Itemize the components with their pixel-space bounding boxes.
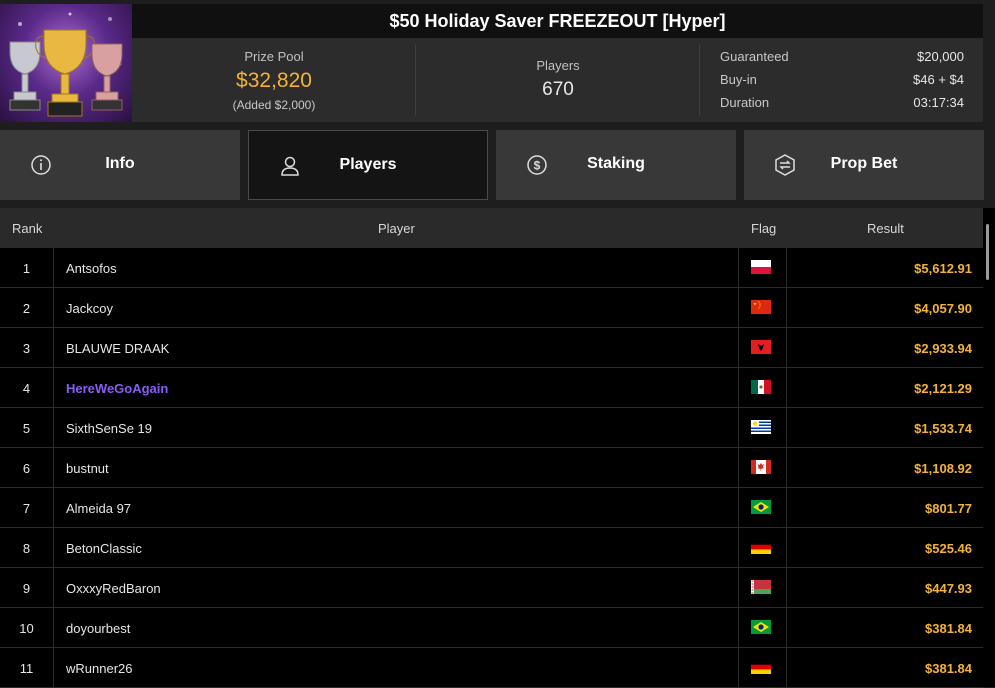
rank-cell: 10 [19,621,34,636]
player-name[interactable]: bustnut [66,461,109,476]
uruguay-flag-icon [751,420,771,434]
trophy-image [0,4,132,122]
player-name[interactable]: OxxxyRedBaron [66,581,161,596]
prize-pool-value: $32,820 [236,69,312,92]
tab-players[interactable]: Players [248,130,488,200]
table-row[interactable]: 11 wRunner26 $381.84 [0,648,983,688]
table-row[interactable]: 1 Antsofos $5,612.91 [0,248,983,288]
rank-cell: 11 [19,661,34,676]
buyin-label: Buy-in [720,72,757,87]
rank-cell: 3 [22,341,31,356]
duration-row: Duration 03:17:34 [720,95,964,115]
guaranteed-value: $20,000 [917,49,964,64]
tab-staking-label: Staking [587,155,645,172]
brazil-flag-icon [751,500,771,514]
players-count-label: Players [536,58,580,73]
result-cell: $381.84 [925,621,972,636]
player-name[interactable]: BLAUWE DRAAK [66,341,169,356]
players-table: Rank Player Flag Result 1 Antsofos $5,612.… [0,208,995,688]
result-cell: $4,057.90 [914,301,972,316]
tab-info[interactable]: Info [0,130,240,200]
rank-cell: 5 [22,421,31,436]
rank-cell: 1 [22,261,31,276]
rank-cell: 7 [22,501,31,516]
table-row[interactable]: 8 BetonClassic $525.46 [0,528,983,568]
rank-cell: 2 [22,301,31,316]
player-name[interactable]: wRunner26 [66,661,133,676]
albania-flag-icon [751,340,771,354]
buyin-value: $46 + $4 [913,72,964,87]
table-body: 1 Antsofos $5,612.91 2 Jackcoy $4,057.90 3 BLAU… [0,248,983,688]
tab-staking[interactable]: $ Staking [496,130,736,200]
result-cell: $801.77 [925,501,972,516]
duration-value: 03:17:34 [913,95,964,110]
header-result[interactable]: Result [867,221,904,236]
result-cell: $447.93 [925,581,972,596]
tab-prop-bet-label: Prop Bet [830,155,898,172]
tournament-header: $50 Holiday Saver FREEZEOUT [Hyper] Priz… [0,0,995,122]
buyin-row: Buy-in $46 + $4 [720,72,964,92]
player-name[interactable]: HereWeGoAgain [66,381,168,396]
table-row[interactable]: 6 bustnut $1,108.92 [0,448,983,488]
germany-flag-icon [751,660,771,674]
canada-flag-icon [751,460,771,474]
rank-cell: 9 [22,581,31,596]
tab-prop-bet[interactable]: Prop Bet [744,130,984,200]
tab-info-label: Info [105,155,135,172]
players-count-block: Players 670 [416,38,700,122]
player-name[interactable]: Antsofos [66,261,117,276]
table-row[interactable]: 3 BLAUWE DRAAK $2,933.94 [0,328,983,368]
result-cell: $525.46 [925,541,972,556]
mexico-flag-icon [751,380,771,394]
result-cell: $1,533.74 [914,421,972,436]
table-row[interactable]: 9 OxxxyRedBaron $447.93 [0,568,983,608]
result-cell: $2,933.94 [914,341,972,356]
table-row[interactable]: 10 doyourbest $381.84 [0,608,983,648]
result-cell: $381.84 [925,661,972,676]
germany-flag-icon [751,540,771,554]
header-player[interactable]: Player [378,221,415,236]
belarus-flag-icon [751,580,771,594]
header-rank[interactable]: Rank [12,221,42,236]
tournament-title: $50 Holiday Saver FREEZEOUT [Hyper] [132,4,983,38]
poland-flag-icon [751,260,771,274]
tab-players-label: Players [339,156,397,173]
rank-cell: 8 [22,541,31,556]
table-row[interactable]: 5 SixthSenSe 19 $1,533.74 [0,408,983,448]
player-name[interactable]: doyourbest [66,621,130,636]
result-cell: $1,108.92 [914,461,972,476]
result-cell: $2,121.29 [914,381,972,396]
table-row[interactable]: 4 HereWeGoAgain $2,121.29 [0,368,983,408]
table-header: Rank Player Flag Result [0,208,983,248]
result-cell: $5,612.91 [914,261,972,276]
tournament-details: Guaranteed $20,000 Buy-in $46 + $4 Durat… [700,38,983,122]
players-count-value: 670 [542,79,574,100]
prize-pool-block: Prize Pool $32,820 (Added $2,000) [132,38,416,122]
player-name[interactable]: SixthSenSe 19 [66,421,152,436]
guaranteed-label: Guaranteed [720,49,789,64]
table-scrollbar[interactable] [986,224,989,280]
player-name[interactable]: Jackcoy [66,301,113,316]
header-flag[interactable]: Flag [751,221,776,236]
china-flag-icon [751,300,771,314]
player-name[interactable]: BetonClassic [66,541,142,556]
rank-cell: 4 [22,381,31,396]
table-row[interactable]: 2 Jackcoy $4,057.90 [0,288,983,328]
brazil-flag-icon [751,620,771,634]
prize-pool-label: Prize Pool [244,49,304,64]
rank-cell: 6 [22,461,31,476]
prize-pool-added: (Added $2,000) [232,98,316,112]
tournament-stats: Prize Pool $32,820 (Added $2,000) Player… [132,38,983,122]
table-row[interactable]: 7 Almeida 97 $801.77 [0,488,983,528]
duration-label: Duration [720,95,770,110]
player-name[interactable]: Almeida 97 [66,501,131,516]
guaranteed-row: Guaranteed $20,000 [720,49,964,69]
